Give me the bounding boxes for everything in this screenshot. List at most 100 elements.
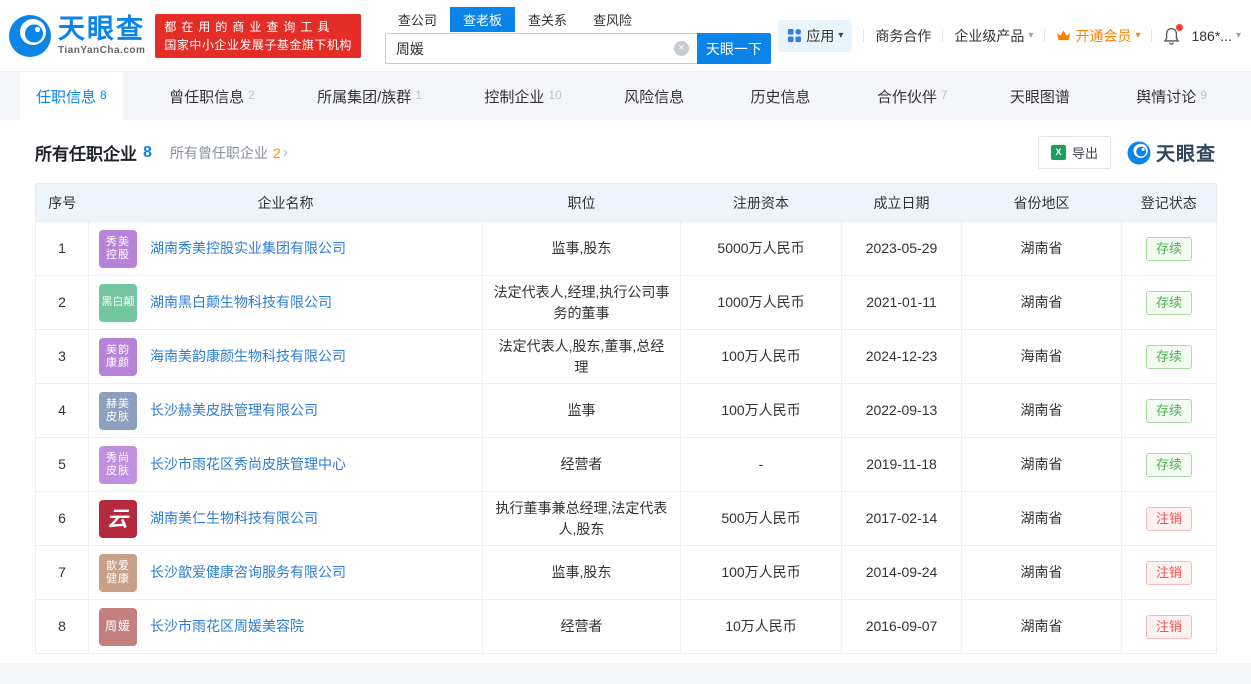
cell-capital: 5000万人民币 [681,222,842,276]
company-link[interactable]: 海南美韵康颜生物科技有限公司 [150,346,346,367]
cell-province: 湖南省 [962,276,1122,330]
tab-label: 任职信息 [36,86,96,107]
cell-capital: - [681,438,842,492]
company-logo[interactable]: 歆爱健康 [99,554,137,592]
company-link[interactable]: 长沙歆爱健康咨询服务有限公司 [150,562,346,583]
cell-province: 湖南省 [962,492,1122,546]
cell-province: 海南省 [962,330,1122,384]
top-header: 天眼查 TianYanCha.com 都在用的商业查询工具 国家中小企业发展子基… [0,0,1251,72]
search-input[interactable] [385,33,697,64]
company-link[interactable]: 湖南黑白颠生物科技有限公司 [150,292,332,313]
enterprise-products-menu[interactable]: 企业级产品 ▾ [954,26,1033,46]
cell-position: 经营者 [483,438,681,492]
status-badge: 存续 [1146,237,1192,261]
company-table-body: 1 秀美控股湖南秀美控股实业集团有限公司监事,股东 5000万人民币2023-05-… [36,222,1217,654]
tab-label: 所属集团/族群 [317,86,411,107]
account-phone: 186*... [1191,28,1231,44]
company-logo[interactable]: 秀美控股 [99,230,137,268]
chevron-right-icon: › [283,145,288,161]
tab-label: 曾任职信息 [169,86,244,107]
cell-province: 湖南省 [962,222,1122,276]
cell-position: 法定代表人,经理,执行公司事务的董事 [483,276,681,330]
cell-date: 2023-05-29 [842,222,962,276]
business-cooperation-link[interactable]: 商务合作 [875,26,931,46]
company-logo[interactable]: 周媛 [99,608,137,646]
cell-company: 秀尚皮肤长沙市雨花区秀尚皮肤管理中心 [89,438,483,492]
tab-count: 2 [248,88,255,102]
cell-date: 2024-12-23 [842,330,962,384]
cell-capital: 1000万人民币 [681,276,842,330]
cell-position: 监事 [483,384,681,438]
tab-count: 10 [548,88,561,102]
status-badge: 存续 [1146,453,1192,477]
cell-company: 黑白颠湖南黑白颠生物科技有限公司 [89,276,483,330]
tianyancha-logo[interactable]: 天眼查 TianYanCha.com [8,14,145,58]
tab-graph[interactable]: 天眼图谱 [994,72,1090,120]
cell-status: 存续 [1122,222,1217,276]
tab-public-opinion[interactable]: 舆情讨论9 [1120,72,1223,120]
export-button[interactable]: X 导出 [1038,136,1111,169]
tab-controlled-companies[interactable]: 控制企业 10 [468,72,577,120]
tab-partners[interactable]: 合作伙伴 7 [861,72,964,120]
tab-risk-info[interactable]: 风险信息 [608,72,704,120]
table-row: 3美韵康颜海南美韵康颜生物科技有限公司法定代表人,股东,董事,总经理100万人民… [36,330,1217,384]
tab-label: 合作伙伴 [877,86,937,107]
chevron-down-icon: ▾ [1028,30,1033,41]
col-header-status: 登记状态 [1122,184,1217,222]
table-row: 5秀尚皮肤长沙市雨花区秀尚皮肤管理中心经营者-2019-11-18湖南省存续 [36,438,1217,492]
tab-label: 控制企业 [484,86,544,107]
vip-membership-menu[interactable]: 开通会员 ▾ [1056,26,1140,46]
former-companies-label: 所有曾任职企业 [170,143,268,163]
cell-company: 歆爱健康长沙歆爱健康咨询服务有限公司 [89,546,483,600]
company-link[interactable]: 湖南秀美控股实业集团有限公司 [150,238,346,259]
status-badge: 存续 [1146,399,1192,423]
clear-icon[interactable]: × [674,41,689,56]
company-logo[interactable]: 黑白颠 [99,284,137,322]
divider [942,29,943,42]
notifications-button[interactable] [1163,27,1180,45]
apps-grid-icon [787,28,802,43]
account-menu[interactable]: 186*... ▾ [1191,28,1241,44]
apps-menu[interactable]: 应用 ▾ [778,20,852,52]
company-link[interactable]: 长沙市雨花区周媛美容院 [150,616,304,637]
company-link[interactable]: 长沙市雨花区秀尚皮肤管理中心 [150,454,346,475]
section-title: 所有任职企业 [35,140,137,165]
table-row: 1秀美控股湖南秀美控股实业集团有限公司监事,股东5000万人民币2023-05-… [36,222,1217,276]
table-row: 8周媛长沙市雨花区周媛美容院经营者10万人民币2016-09-07湖南省注销 [36,600,1217,654]
cell-province: 湖南省 [962,384,1122,438]
cell-capital: 500万人民币 [681,492,842,546]
company-link[interactable]: 湖南美仁生物科技有限公司 [150,508,318,529]
tab-former-positions[interactable]: 曾任职信息 2 [153,72,271,120]
company-logo[interactable]: 赫美皮肤 [99,392,137,430]
slogan-line1: 都在用的商业查询工具 [164,18,352,36]
company-logo[interactable]: 秀尚皮肤 [99,446,137,484]
tab-group-cluster[interactable]: 所属集团/族群1 [301,72,438,120]
search-button[interactable]: 天眼一下 [697,33,771,64]
tab-history-info[interactable]: 历史信息 [734,72,830,120]
col-header-date: 成立日期 [842,184,962,222]
cell-date: 2019-11-18 [842,438,962,492]
tab-count: 7 [941,88,948,102]
tab-current-positions[interactable]: 任职信息8 [20,72,123,120]
search-tab-boss[interactable]: 查老板 [450,7,515,32]
cell-capital: 100万人民币 [681,330,842,384]
search-tab-company[interactable]: 查公司 [385,7,450,32]
notification-dot [1176,24,1183,31]
cell-position: 监事,股东 [483,546,681,600]
tab-label: 风险信息 [624,86,684,107]
search-tab-relation[interactable]: 查关系 [515,7,580,32]
company-logo[interactable]: 云 [99,500,137,538]
table-row: 2黑白颠湖南黑白颠生物科技有限公司法定代表人,经理,执行公司事务的董事1000万… [36,276,1217,330]
company-logo-text: 健康 [106,573,130,586]
search-tab-risk[interactable]: 查风险 [580,7,645,32]
company-logo-text: 赫美 [106,398,130,411]
former-companies-link[interactable]: 所有曾任职企业 2 › [170,143,288,163]
cell-index: 1 [36,222,89,276]
status-badge: 注销 [1146,561,1192,585]
cell-province: 湖南省 [962,546,1122,600]
company-link[interactable]: 长沙赫美皮肤管理有限公司 [150,400,318,421]
company-logo-text: 皮肤 [106,411,130,424]
tianyancha-logo-icon [8,14,52,58]
cell-index: 8 [36,600,89,654]
company-logo[interactable]: 美韵康颜 [99,338,137,376]
